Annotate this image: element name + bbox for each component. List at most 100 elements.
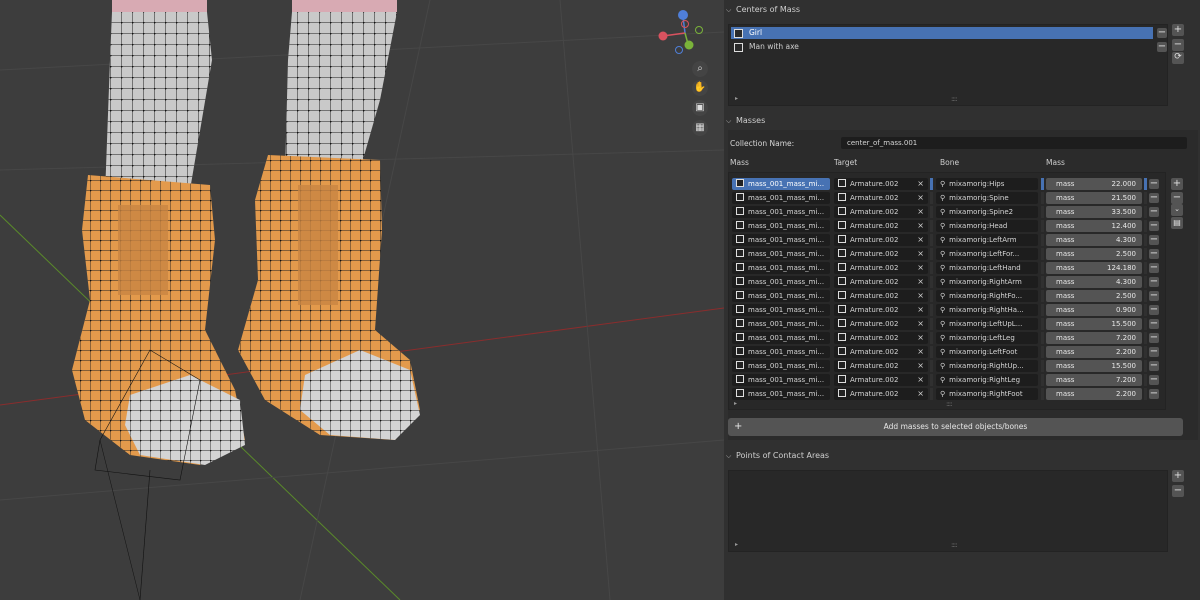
mass-value-field[interactable]: mass 4.300 <box>1046 234 1142 246</box>
checkbox-icon[interactable] <box>736 221 744 229</box>
target-field[interactable]: Armature.002 × <box>834 374 928 386</box>
3d-viewport[interactable]: ⌕ ✋ ▣ ▦ <box>0 0 724 600</box>
checkbox-icon[interactable] <box>736 179 744 187</box>
checkbox-icon[interactable] <box>736 389 744 397</box>
expand-icon[interactable]: ▸ <box>735 95 738 102</box>
remove-row-button[interactable]: − <box>1149 235 1159 245</box>
checkbox-icon[interactable] <box>736 319 744 327</box>
remove-row-button[interactable]: − <box>1149 375 1159 385</box>
bone-field[interactable]: ⚲ mixamorig:Hips <box>936 178 1038 190</box>
clear-icon[interactable]: × <box>917 234 924 246</box>
mass-value-field[interactable]: mass 15.500 <box>1046 318 1142 330</box>
bone-field[interactable]: ⚲ mixamorig:LeftHand <box>936 262 1038 274</box>
bone-field[interactable]: ⚲ mixamorig:LeftUpL... <box>936 318 1038 330</box>
centers-of-mass-header[interactable]: ⌵ Centers of Mass <box>724 0 1200 20</box>
mass-value-field[interactable]: mass 22.000 <box>1046 178 1142 190</box>
target-field[interactable]: Armature.002 × <box>834 388 928 400</box>
checkbox-icon[interactable] <box>736 263 744 271</box>
checkbox-icon[interactable] <box>736 277 744 285</box>
mass-value-field[interactable]: mass 2.500 <box>1046 248 1142 260</box>
mass-name-field[interactable]: mass_001_mass_mi... <box>732 220 830 232</box>
mass-name-field[interactable]: mass_001_mass_mi... <box>732 248 830 260</box>
refresh-icon[interactable]: ⟳ <box>1172 52 1184 64</box>
mass-value-field[interactable]: mass 2.500 <box>1046 290 1142 302</box>
chevron-down-icon[interactable]: ⌄ <box>1171 204 1183 216</box>
clear-icon[interactable]: × <box>917 206 924 218</box>
mass-value-field[interactable]: mass 12.400 <box>1046 220 1142 232</box>
target-field[interactable]: Armature.002 × <box>834 206 928 218</box>
remove-center-button[interactable]: − <box>1172 39 1184 51</box>
checkbox-icon[interactable] <box>736 235 744 243</box>
target-field[interactable]: Armature.002 × <box>834 290 928 302</box>
target-field[interactable]: Armature.002 × <box>834 276 928 288</box>
checkbox-icon[interactable] <box>736 305 744 313</box>
bone-field[interactable]: ⚲ mixamorig:RightFo... <box>936 290 1038 302</box>
mass-value-field[interactable]: mass 0.900 <box>1046 304 1142 316</box>
points-of-contact-header[interactable]: ⌵ Points of Contact Areas <box>724 446 1200 466</box>
list-item[interactable]: Man with axe <box>731 41 1153 53</box>
mass-name-field[interactable]: mass_001_mass_mi... <box>732 318 830 330</box>
mass-name-field[interactable]: mass_001_mass_mi... <box>732 192 830 204</box>
target-field[interactable]: Armature.002 × <box>834 318 928 330</box>
mass-value-field[interactable]: mass 7.200 <box>1046 374 1142 386</box>
points-of-contact-list[interactable]: ▸ :::: <box>728 470 1168 552</box>
target-field[interactable]: Armature.002 × <box>834 346 928 358</box>
bone-field[interactable]: ⚲ mixamorig:Spine2 <box>936 206 1038 218</box>
resize-grip-icon[interactable]: :::: <box>946 400 953 408</box>
hand-icon[interactable]: ✋ <box>692 80 708 96</box>
mass-value-field[interactable]: mass 21.500 <box>1046 192 1142 204</box>
mass-name-field[interactable]: mass_001_mass_mi... <box>732 360 830 372</box>
remove-row-button[interactable]: − <box>1149 305 1159 315</box>
target-field[interactable]: Armature.002 × <box>834 360 928 372</box>
bone-field[interactable]: ⚲ mixamorig:LeftArm <box>936 234 1038 246</box>
mass-name-field[interactable]: mass_001_mass_mi... <box>732 178 830 190</box>
remove-contact-button[interactable]: − <box>1172 485 1184 497</box>
target-field[interactable]: Armature.002 × <box>834 332 928 344</box>
target-field[interactable]: Armature.002 × <box>834 192 928 204</box>
checkbox-icon[interactable] <box>736 361 744 369</box>
checkbox-icon[interactable] <box>736 193 744 201</box>
resize-grip-icon[interactable]: :::: <box>951 95 958 103</box>
remove-item-button[interactable]: − <box>1157 42 1167 52</box>
remove-row-button[interactable]: − <box>1149 333 1159 343</box>
clipboard-icon[interactable]: ▤ <box>1171 217 1183 229</box>
target-field[interactable]: Armature.002 × <box>834 304 928 316</box>
target-field[interactable]: Armature.002 × <box>834 248 928 260</box>
bone-field[interactable]: ⚲ mixamorig:Head <box>936 220 1038 232</box>
remove-row-button[interactable]: − <box>1149 291 1159 301</box>
clear-icon[interactable]: × <box>917 346 924 358</box>
add-contact-button[interactable]: + <box>1172 470 1184 482</box>
bone-field[interactable]: ⚲ mixamorig:RightFoot <box>936 388 1038 400</box>
add-center-button[interactable]: + <box>1172 24 1184 36</box>
mass-name-field[interactable]: mass_001_mass_mi... <box>732 304 830 316</box>
mass-name-field[interactable]: mass_001_mass_mi... <box>732 332 830 344</box>
clear-icon[interactable]: × <box>917 290 924 302</box>
clear-icon[interactable]: × <box>917 332 924 344</box>
clear-icon[interactable]: × <box>917 248 924 260</box>
mass-name-field[interactable]: mass_001_mass_mi... <box>732 374 830 386</box>
checkbox-icon[interactable] <box>736 249 744 257</box>
remove-row-button[interactable]: − <box>1149 249 1159 259</box>
remove-row-button[interactable]: − <box>1149 389 1159 399</box>
expand-icon[interactable]: ▸ <box>734 400 737 407</box>
remove-row-button[interactable]: − <box>1149 277 1159 287</box>
centers-of-mass-list[interactable]: Girl Man with axe ▸ :::: <box>728 24 1168 106</box>
mass-name-field[interactable]: mass_001_mass_mi... <box>732 206 830 218</box>
bone-field[interactable]: ⚲ mixamorig:RightHa... <box>936 304 1038 316</box>
zoom-icon[interactable]: ⌕ <box>692 61 708 77</box>
masses-header[interactable]: ⌵ Masses <box>724 111 1200 131</box>
bone-field[interactable]: ⚲ mixamorig:Spine <box>936 192 1038 204</box>
mass-name-field[interactable]: mass_001_mass_mi... <box>732 276 830 288</box>
add-masses-button[interactable]: + Add masses to selected objects/bones <box>728 418 1183 436</box>
bone-field[interactable]: ⚲ mixamorig:LeftFoot <box>936 346 1038 358</box>
mass-value-field[interactable]: mass 2.200 <box>1046 388 1142 400</box>
bone-field[interactable]: ⚲ mixamorig:LeftLeg <box>936 332 1038 344</box>
clear-icon[interactable]: × <box>917 276 924 288</box>
clear-icon[interactable]: × <box>917 220 924 232</box>
remove-row-button[interactable]: − <box>1149 347 1159 357</box>
remove-item-button[interactable]: − <box>1157 28 1167 38</box>
bone-field[interactable]: ⚲ mixamorig:LeftFor... <box>936 248 1038 260</box>
mass-value-field[interactable]: mass 4.300 <box>1046 276 1142 288</box>
camera-icon[interactable]: ▣ <box>692 100 708 116</box>
resize-grip-icon[interactable]: :::: <box>951 541 958 549</box>
